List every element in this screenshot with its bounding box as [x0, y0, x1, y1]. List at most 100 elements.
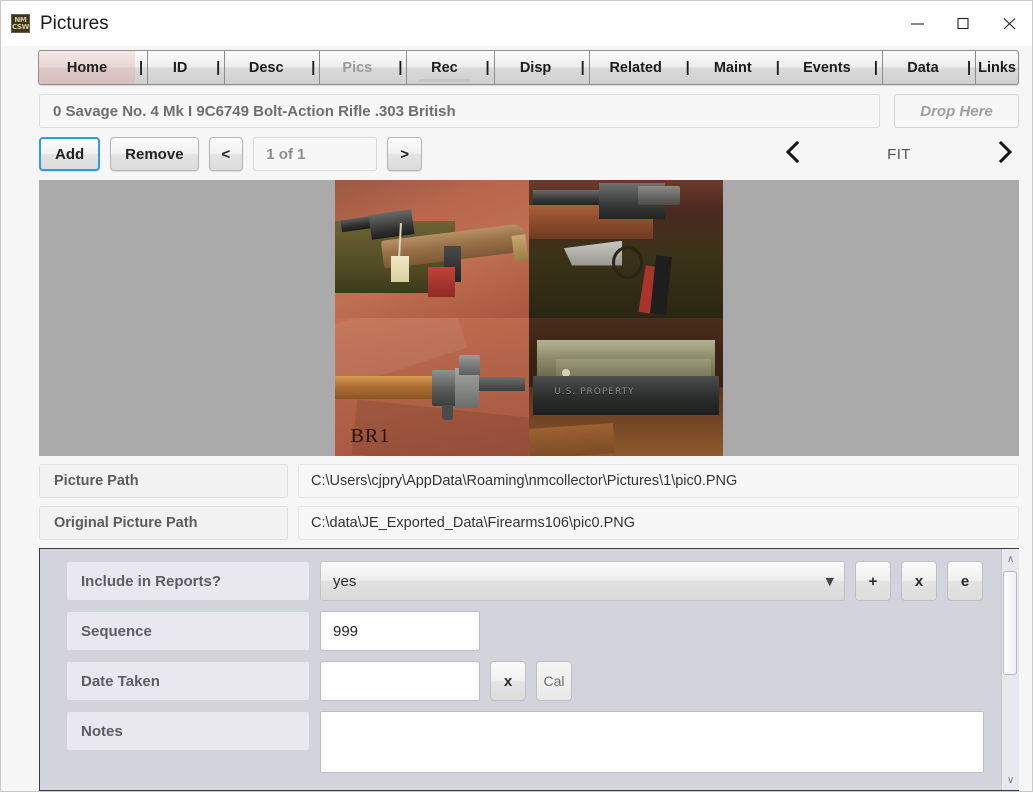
chevron-left-icon[interactable] — [779, 140, 808, 169]
tab-separator-0: | — [135, 51, 147, 84]
sequence-label: Sequence — [66, 611, 310, 651]
tab-rec-label: Rec — [431, 60, 458, 76]
drop-here-zone[interactable]: Drop Here — [894, 94, 1019, 128]
next-picture-button[interactable]: > — [387, 137, 422, 171]
picture-toolbar: Add Remove < 1 of 1 > FIT — [1, 128, 1032, 171]
clear-date-button[interactable]: x — [490, 661, 526, 701]
tab-home-label: Home — [67, 60, 107, 76]
date-taken-input[interactable] — [320, 661, 480, 701]
chevron-right-icon[interactable] — [990, 140, 1019, 169]
tab-desc-label: Desc — [249, 60, 284, 76]
tab-related[interactable]: Related — [590, 51, 682, 84]
tab-disp-label: Disp — [520, 60, 551, 76]
tab-events[interactable]: Events — [784, 51, 870, 84]
picture-path-label: Picture Path — [39, 464, 288, 498]
picture-viewer[interactable]: BR1 U.S. PROPERTY — [39, 180, 1019, 456]
include-in-reports-label: Include in Reports? — [66, 561, 310, 601]
tab-bar-container: Home | ID | Desc | Pics | Rec | — [1, 46, 1032, 85]
sequence-input[interactable]: 999 — [320, 611, 480, 651]
calendar-button[interactable]: Cal — [536, 661, 572, 701]
app-icon-line2: CSW — [12, 24, 29, 31]
edit-option-button[interactable]: e — [947, 561, 983, 601]
tab-data-label: Data — [907, 60, 938, 76]
scrollbar-thumb[interactable] — [1003, 571, 1017, 675]
original-picture-path-value[interactable]: C:\data\JE_Exported_Data\Firearms106\pic… — [298, 506, 1019, 540]
tab-separator-3: | — [394, 51, 406, 84]
date-taken-row: Date Taken x Cal — [66, 661, 1001, 701]
tab-pics-label: Pics — [342, 60, 372, 76]
tab-id[interactable]: ID — [148, 51, 212, 84]
include-in-reports-value: yes — [333, 573, 356, 590]
next-picture-label: > — [400, 146, 409, 163]
photo-caption: BR1 — [351, 425, 391, 448]
tab-separator-6: | — [682, 51, 694, 84]
receiver-stamp-text: U.S. PROPERTY — [554, 387, 634, 397]
app-icon: NM CSW — [11, 14, 30, 33]
original-picture-path-label: Original Picture Path — [39, 506, 288, 540]
drop-here-label: Drop Here — [920, 103, 993, 120]
tab-rec[interactable]: Rec — [407, 51, 481, 84]
picture-details-form: Include in Reports? yes ▼ + x e Sequence… — [40, 549, 1001, 790]
maximize-icon[interactable] — [940, 1, 986, 46]
window-title: Pictures — [40, 13, 109, 35]
sequence-row: Sequence 999 — [66, 611, 1001, 651]
include-in-reports-row: Include in Reports? yes ▼ + x e — [66, 561, 1001, 601]
record-header-row: 0 Savage No. 4 Mk I 9C6749 Bolt-Action R… — [1, 85, 1032, 128]
picture-image: BR1 U.S. PROPERTY — [335, 180, 723, 456]
picture-counter: 1 of 1 — [253, 137, 377, 171]
tab-id-label: ID — [173, 60, 188, 76]
close-icon[interactable] — [986, 1, 1032, 46]
tab-links-label: Links — [978, 60, 1016, 76]
tab-separator-2: | — [307, 51, 319, 84]
record-title-text: 0 Savage No. 4 Mk I 9C6749 Bolt-Action R… — [53, 103, 456, 120]
picture-path-row: Picture Path C:\Users\cjpry\AppData\Roam… — [39, 464, 1019, 498]
prev-picture-button[interactable]: < — [209, 137, 244, 171]
form-scrollbar[interactable]: ∧ ∨ — [1001, 549, 1019, 790]
zoom-mode-label: FIT — [887, 146, 911, 163]
add-button[interactable]: Add — [39, 137, 100, 171]
tab-separator-1: | — [212, 51, 224, 84]
tab-events-label: Events — [803, 60, 851, 76]
picture-path-value[interactable]: C:\Users\cjpry\AppData\Roaming\nmcollect… — [298, 464, 1019, 498]
tab-maint-label: Maint — [714, 60, 752, 76]
notes-label: Notes — [66, 711, 310, 751]
notes-textarea[interactable] — [320, 711, 984, 773]
chevron-down-icon: ▼ — [826, 575, 834, 588]
remove-button[interactable]: Remove — [110, 137, 198, 171]
include-in-reports-select[interactable]: yes ▼ — [320, 561, 845, 601]
zoom-controls: FIT — [779, 137, 1019, 171]
window-controls — [894, 1, 1032, 46]
notes-row: Notes — [66, 711, 1001, 773]
record-title-field[interactable]: 0 Savage No. 4 Mk I 9C6749 Bolt-Action R… — [39, 94, 880, 128]
delete-option-button[interactable]: x — [901, 561, 937, 601]
picture-counter-text: 1 of 1 — [266, 146, 305, 163]
add-button-label: Add — [55, 146, 84, 163]
tab-data[interactable]: Data — [883, 51, 963, 84]
scrollbar-track[interactable] — [1002, 567, 1019, 772]
scroll-down-icon[interactable]: ∨ — [1003, 772, 1019, 788]
photo-rifle-action — [529, 180, 723, 318]
tab-links[interactable]: Links — [976, 51, 1018, 84]
tab-separator-9: | — [963, 51, 975, 84]
tab-maint[interactable]: Maint — [694, 51, 772, 84]
tab-pics[interactable]: Pics — [320, 51, 394, 84]
prev-picture-label: < — [222, 146, 231, 163]
tab-separator-7: | — [772, 51, 784, 84]
add-option-button[interactable]: + — [855, 561, 891, 601]
scroll-up-icon[interactable]: ∧ — [1003, 551, 1019, 567]
tab-disp[interactable]: Disp — [495, 51, 577, 84]
minimize-icon[interactable] — [894, 1, 940, 46]
date-taken-label: Date Taken — [66, 661, 310, 701]
sequence-value: 999 — [333, 623, 358, 640]
tab-desc[interactable]: Desc — [225, 51, 307, 84]
tab-separator-8: | — [870, 51, 882, 84]
photo-rifle-butt-stock — [335, 180, 529, 318]
pictures-window: NM CSW Pictures Home | ID | — [0, 0, 1033, 792]
title-bar: NM CSW Pictures — [1, 1, 1032, 46]
tab-related-label: Related — [609, 60, 661, 76]
remove-button-label: Remove — [125, 146, 183, 163]
original-picture-path-row: Original Picture Path C:\data\JE_Exporte… — [39, 506, 1019, 540]
tab-separator-4: | — [481, 51, 493, 84]
photo-rifle-receiver-stamp: U.S. PROPERTY — [529, 318, 723, 456]
tab-home[interactable]: Home — [39, 51, 135, 84]
